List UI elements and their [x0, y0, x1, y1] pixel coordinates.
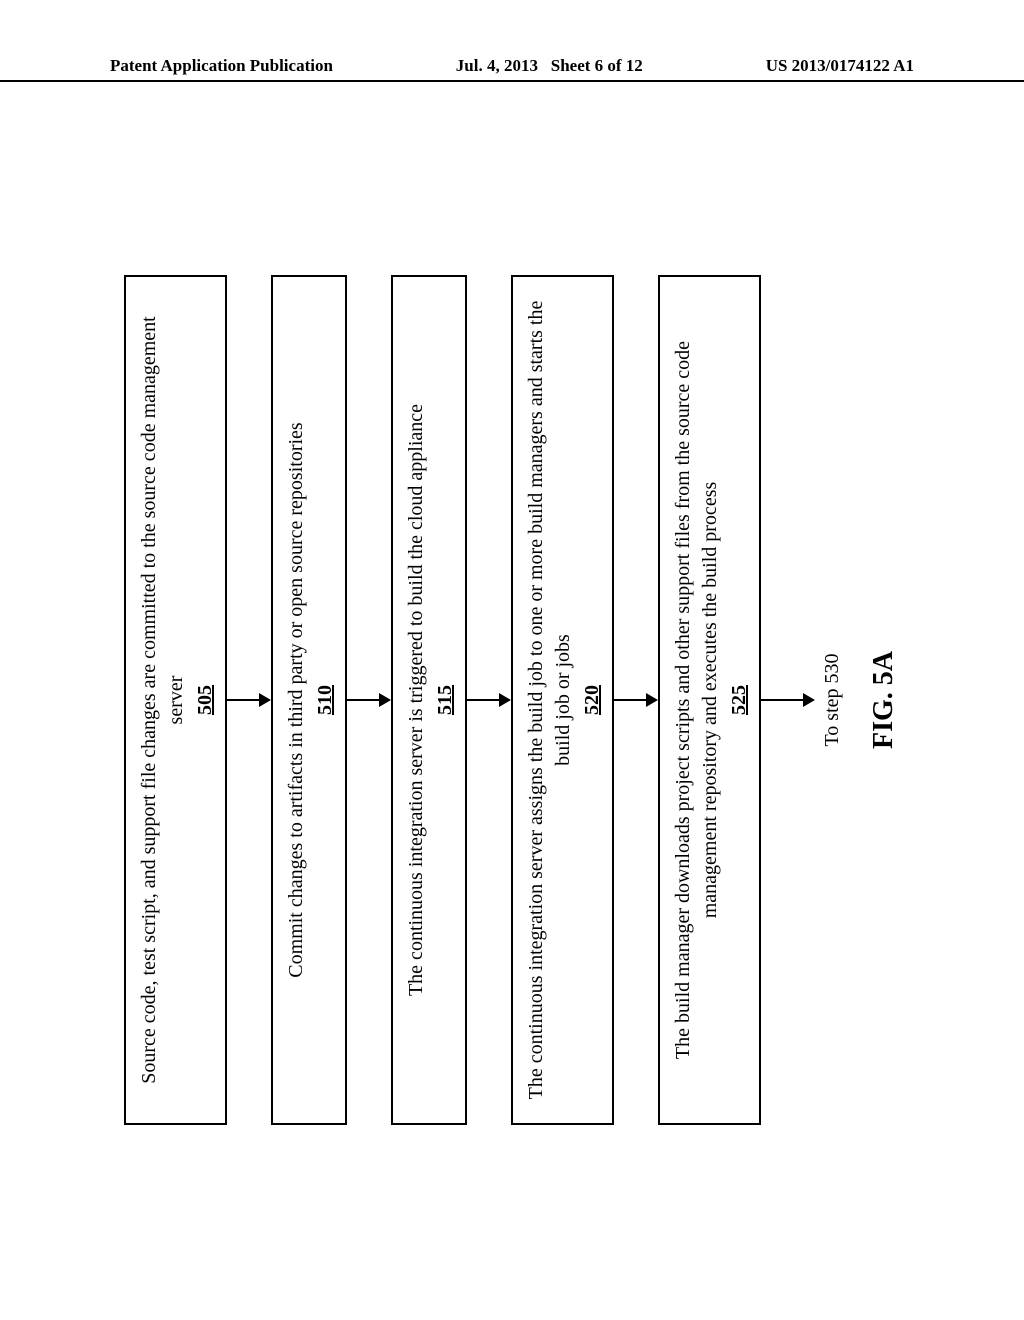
flowchart: Source code, test script, and support fi… — [124, 170, 900, 1230]
step-box: The build manager downloads project scri… — [658, 275, 761, 1125]
step-box: Source code, test script, and support fi… — [124, 275, 227, 1125]
continuation-label: To step 530 — [821, 653, 844, 746]
arrow-down-icon — [347, 699, 391, 701]
step-number: 505 — [192, 291, 219, 1109]
header-date: Jul. 4, 2013 — [456, 56, 538, 75]
step-number: 515 — [432, 291, 459, 1109]
step-text: Source code, test script, and support fi… — [138, 316, 187, 1084]
arrow-down-icon — [614, 699, 658, 701]
step-text: Commit changes to artifacts in third par… — [285, 422, 307, 977]
header-left: Patent Application Publication — [110, 56, 333, 76]
arrow-down-icon — [467, 699, 511, 701]
header-center: Jul. 4, 2013 Sheet 6 of 12 — [456, 56, 643, 76]
step-number: 510 — [312, 291, 339, 1109]
step-box: The continuous integration server is tri… — [391, 275, 467, 1125]
header-right: US 2013/0174122 A1 — [766, 56, 914, 76]
step-text: The continuous integration server assign… — [525, 301, 574, 1100]
step-number: 525 — [726, 291, 753, 1109]
arrow-down-icon — [227, 699, 271, 701]
step-box: Commit changes to artifacts in third par… — [271, 275, 347, 1125]
step-text: The continuous integration server is tri… — [405, 404, 427, 996]
figure-area: Source code, test script, and support fi… — [112, 170, 912, 1230]
header-sheet: Sheet 6 of 12 — [551, 56, 643, 75]
figure-label: FIG. 5A — [868, 651, 900, 749]
step-text: The build manager downloads project scri… — [672, 341, 721, 1059]
arrow-down-icon — [761, 699, 815, 701]
step-box: The continuous integration server assign… — [511, 275, 614, 1125]
step-number: 520 — [579, 291, 606, 1109]
page-header: Patent Application Publication Jul. 4, 2… — [0, 56, 1024, 82]
